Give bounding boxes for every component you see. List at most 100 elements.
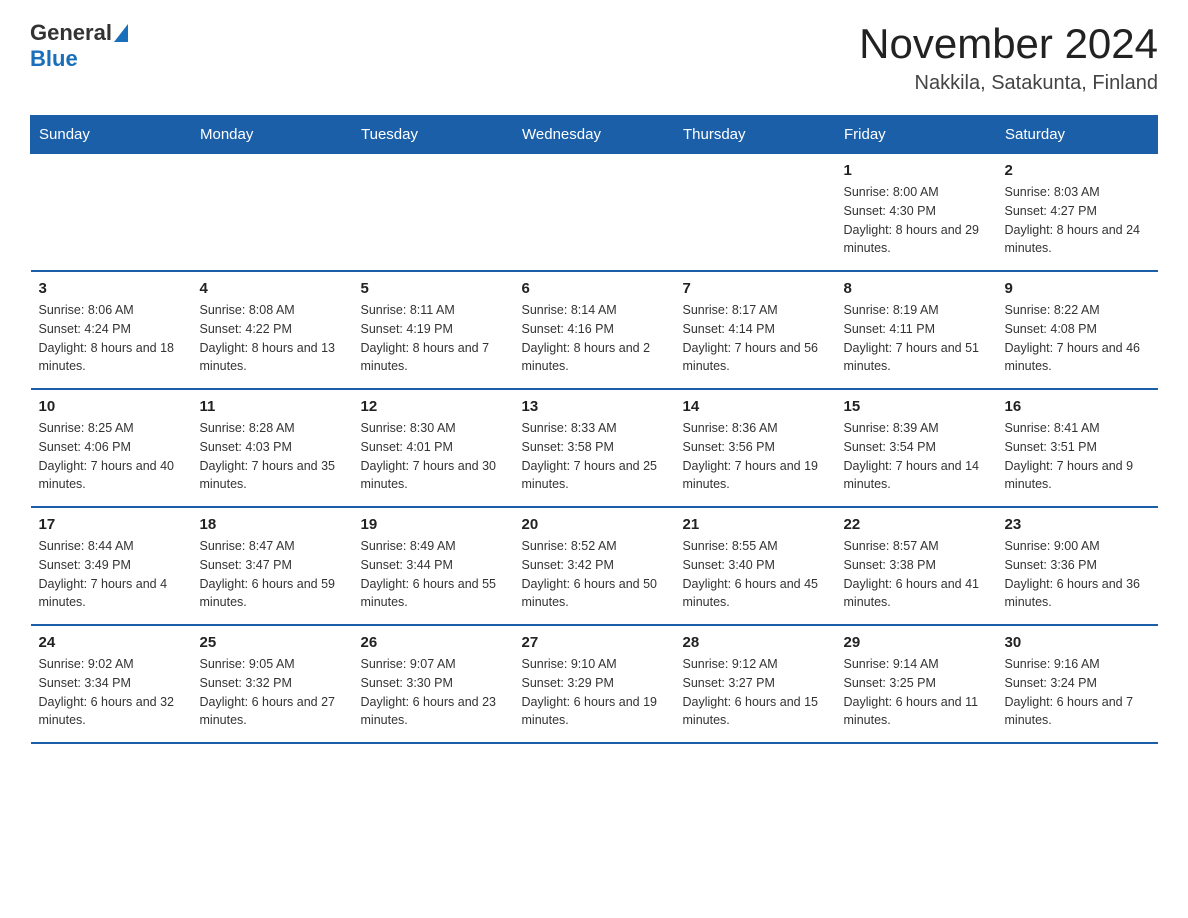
weekday-header-wednesday: Wednesday [514,116,675,154]
day-number: 19 [361,516,506,533]
day-number: 1 [844,162,989,179]
day-sun-info: Sunrise: 8:49 AMSunset: 3:44 PMDaylight:… [361,537,506,612]
logo: General Blue [30,20,128,72]
calendar-cell: 30Sunrise: 9:16 AMSunset: 3:24 PMDayligh… [997,625,1158,743]
calendar-cell [514,154,675,272]
calendar-cell: 11 Sunrise: 8:28 AMSunset: 4:03 PMDayligh… [192,389,353,507]
day-sun-info: Sunrise: 8:22 AMSunset: 4:08 PMDaylight:… [1005,301,1150,376]
calendar-cell: 27 Sunrise: 9:10 AMSunset: 3:29 PMDayligh… [514,625,675,743]
day-sun-info: Sunrise: 9:02 AMSunset: 3:34 PMDaylight:… [39,655,184,730]
calendar-week-row: 3 Sunrise: 8:06 AMSunset: 4:24 PMDaylight… [31,271,1158,389]
calendar-table: SundayMondayTuesdayWednesdayThursdayFrid… [30,115,1158,744]
day-sun-info: Sunrise: 8:33 AMSunset: 3:58 PMDaylight:… [522,419,667,494]
calendar-cell [353,154,514,272]
calendar-cell: 25 Sunrise: 9:05 AMSunset: 3:32 PMDayligh… [192,625,353,743]
day-sun-info: Sunrise: 8:36 AMSunset: 3:56 PMDaylight:… [683,419,828,494]
day-number: 18 [200,516,345,533]
day-sun-info: Sunrise: 8:11 AMSunset: 4:19 PMDaylight:… [361,301,506,376]
day-sun-info: Sunrise: 9:14 AMSunset: 3:25 PMDaylight:… [844,655,989,730]
day-sun-info: Sunrise: 9:10 AMSunset: 3:29 PMDaylight:… [522,655,667,730]
calendar-title-block: November 2024 Nakkila, Satakunta, Finlan… [859,20,1158,95]
calendar-cell: 12 Sunrise: 8:30 AMSunset: 4:01 PMDayligh… [353,389,514,507]
day-number: 23 [1005,516,1150,533]
day-number: 24 [39,634,184,651]
calendar-cell: 13 Sunrise: 8:33 AMSunset: 3:58 PMDayligh… [514,389,675,507]
calendar-cell: 18 Sunrise: 8:47 AMSunset: 3:47 PMDayligh… [192,507,353,625]
day-sun-info: Sunrise: 8:17 AMSunset: 4:14 PMDaylight:… [683,301,828,376]
day-number: 22 [844,516,989,533]
calendar-cell: 19 Sunrise: 8:49 AMSunset: 3:44 PMDayligh… [353,507,514,625]
calendar-cell [31,154,192,272]
calendar-cell: 26 Sunrise: 9:07 AMSunset: 3:30 PMDayligh… [353,625,514,743]
calendar-cell: 5 Sunrise: 8:11 AMSunset: 4:19 PMDaylight… [353,271,514,389]
calendar-cell: 9 Sunrise: 8:22 AMSunset: 4:08 PMDaylight… [997,271,1158,389]
calendar-cell: 10Sunrise: 8:25 AMSunset: 4:06 PMDayligh… [31,389,192,507]
calendar-cell: 21 Sunrise: 8:55 AMSunset: 3:40 PMDayligh… [675,507,836,625]
day-number: 10 [39,398,184,415]
calendar-cell: 4Sunrise: 8:08 AMSunset: 4:22 PMDaylight… [192,271,353,389]
logo-triangle-icon [114,24,128,42]
day-number: 9 [1005,280,1150,297]
day-sun-info: Sunrise: 8:28 AMSunset: 4:03 PMDaylight:… [200,419,345,494]
day-number: 2 [1005,162,1150,179]
logo-general: General [30,20,112,46]
calendar-cell: 14 Sunrise: 8:36 AMSunset: 3:56 PMDayligh… [675,389,836,507]
day-number: 28 [683,634,828,651]
calendar-cell [192,154,353,272]
day-number: 8 [844,280,989,297]
day-sun-info: Sunrise: 8:14 AMSunset: 4:16 PMDaylight:… [522,301,667,376]
day-number: 14 [683,398,828,415]
weekday-header-tuesday: Tuesday [353,116,514,154]
calendar-cell: 16Sunrise: 8:41 AMSunset: 3:51 PMDayligh… [997,389,1158,507]
weekday-header-row: SundayMondayTuesdayWednesdayThursdayFrid… [31,116,1158,154]
day-number: 3 [39,280,184,297]
day-number: 21 [683,516,828,533]
calendar-title: November 2024 [859,20,1158,68]
day-sun-info: Sunrise: 8:55 AMSunset: 3:40 PMDaylight:… [683,537,828,612]
day-number: 11 [200,398,345,415]
day-sun-info: Sunrise: 9:12 AMSunset: 3:27 PMDaylight:… [683,655,828,730]
calendar-cell: 24 Sunrise: 9:02 AMSunset: 3:34 PMDayligh… [31,625,192,743]
calendar-week-row: 24 Sunrise: 9:02 AMSunset: 3:34 PMDayligh… [31,625,1158,743]
calendar-cell: 28 Sunrise: 9:12 AMSunset: 3:27 PMDayligh… [675,625,836,743]
logo-blue: Blue [30,46,78,72]
day-sun-info: Sunrise: 8:00 AMSunset: 4:30 PMDaylight:… [844,183,989,258]
calendar-subtitle: Nakkila, Satakunta, Finland [859,72,1158,95]
day-number: 13 [522,398,667,415]
day-sun-info: Sunrise: 8:06 AMSunset: 4:24 PMDaylight:… [39,301,184,376]
day-sun-info: Sunrise: 8:41 AMSunset: 3:51 PMDaylight:… [1005,419,1150,494]
day-number: 27 [522,634,667,651]
calendar-cell: 1 Sunrise: 8:00 AMSunset: 4:30 PMDaylight… [836,154,997,272]
calendar-cell: 8 Sunrise: 8:19 AMSunset: 4:11 PMDaylight… [836,271,997,389]
day-sun-info: Sunrise: 8:19 AMSunset: 4:11 PMDaylight:… [844,301,989,376]
day-number: 26 [361,634,506,651]
day-sun-info: Sunrise: 9:05 AMSunset: 3:32 PMDaylight:… [200,655,345,730]
weekday-header-friday: Friday [836,116,997,154]
day-number: 7 [683,280,828,297]
day-number: 29 [844,634,989,651]
day-number: 17 [39,516,184,533]
calendar-week-row: 10Sunrise: 8:25 AMSunset: 4:06 PMDayligh… [31,389,1158,507]
day-number: 12 [361,398,506,415]
calendar-week-row: 17 Sunrise: 8:44 AMSunset: 3:49 PMDayligh… [31,507,1158,625]
day-number: 4 [200,280,345,297]
weekday-header-monday: Monday [192,116,353,154]
day-sun-info: Sunrise: 8:30 AMSunset: 4:01 PMDaylight:… [361,419,506,494]
day-number: 25 [200,634,345,651]
day-number: 5 [361,280,506,297]
day-number: 15 [844,398,989,415]
weekday-header-saturday: Saturday [997,116,1158,154]
day-sun-info: Sunrise: 8:47 AMSunset: 3:47 PMDaylight:… [200,537,345,612]
day-sun-info: Sunrise: 8:52 AMSunset: 3:42 PMDaylight:… [522,537,667,612]
day-sun-info: Sunrise: 9:16 AMSunset: 3:24 PMDaylight:… [1005,655,1150,730]
day-sun-info: Sunrise: 9:07 AMSunset: 3:30 PMDaylight:… [361,655,506,730]
calendar-cell: 3 Sunrise: 8:06 AMSunset: 4:24 PMDaylight… [31,271,192,389]
day-number: 20 [522,516,667,533]
calendar-cell: 2Sunrise: 8:03 AMSunset: 4:27 PMDaylight… [997,154,1158,272]
weekday-header-thursday: Thursday [675,116,836,154]
calendar-cell: 20 Sunrise: 8:52 AMSunset: 3:42 PMDayligh… [514,507,675,625]
day-sun-info: Sunrise: 8:44 AMSunset: 3:49 PMDaylight:… [39,537,184,612]
calendar-cell: 22Sunrise: 8:57 AMSunset: 3:38 PMDayligh… [836,507,997,625]
calendar-cell: 6Sunrise: 8:14 AMSunset: 4:16 PMDaylight… [514,271,675,389]
weekday-header-sunday: Sunday [31,116,192,154]
